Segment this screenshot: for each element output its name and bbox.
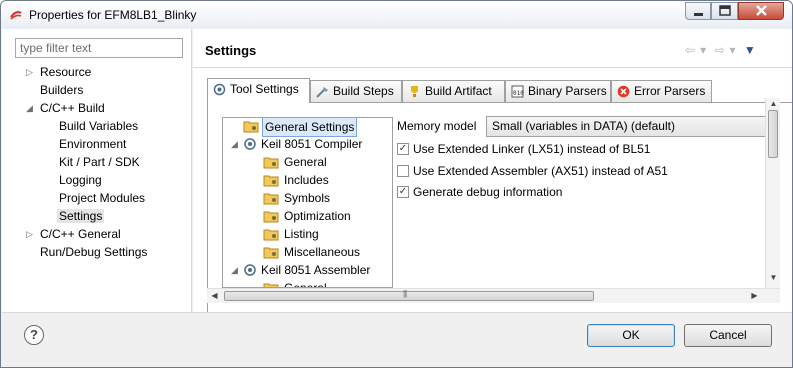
- vertical-scroll-thumb[interactable]: [768, 110, 778, 158]
- scroll-left-icon[interactable]: ◀: [207, 291, 222, 300]
- title-bar: Properties for EFM8LB1_Blinky: [1, 1, 792, 29]
- vertical-scrollbar[interactable]: ▲ ▼: [765, 98, 780, 288]
- svg-text:010: 010: [513, 90, 524, 97]
- ok-button[interactable]: OK: [587, 324, 675, 347]
- app-icon: [10, 11, 22, 20]
- folder-icon: [263, 193, 279, 205]
- horizontal-scroll-thumb[interactable]: [224, 289, 594, 301]
- scroll-right-icon[interactable]: ▶: [747, 291, 762, 300]
- error-parsers-icon: [617, 85, 630, 98]
- tab-error-parsers[interactable]: Error Parsers: [611, 80, 712, 103]
- nav-item-settings[interactable]: Settings: [57, 207, 105, 225]
- minimize-button[interactable]: [685, 2, 711, 20]
- scroll-down-icon[interactable]: ▼: [766, 273, 781, 282]
- close-icon: [756, 5, 767, 16]
- tab-binary-parsers[interactable]: 010 Binary Parsers: [505, 80, 611, 103]
- expanded-arrow-icon[interactable]: ◢: [231, 261, 239, 279]
- horizontal-scrollbar[interactable]: ◀ ▶: [207, 288, 780, 303]
- filter-input[interactable]: [15, 38, 183, 58]
- tool-settings-icon: [213, 83, 226, 96]
- scroll-up-icon[interactable]: ▲: [766, 99, 781, 108]
- folder-icon: [243, 121, 259, 133]
- memory-model-label: Memory model: [397, 119, 477, 133]
- page-title: Settings: [205, 43, 257, 58]
- back-dropdown-icon[interactable]: ▾: [700, 43, 706, 57]
- maximize-button[interactable]: [711, 2, 738, 20]
- folder-icon: [263, 157, 279, 169]
- back-arrow-icon[interactable]: ⇦: [685, 43, 695, 57]
- minimize-icon: [694, 13, 703, 16]
- nav-item-builders[interactable]: Builders: [40, 81, 83, 99]
- folder-icon: [263, 175, 279, 187]
- page-nav-toolbar: ⇦ ▾ ⇨ ▾ ▼: [685, 43, 761, 57]
- tool-settings-tree: General Settings ◢ Keil 8051 Compiler Ge…: [222, 117, 393, 288]
- view-menu-icon[interactable]: ▼: [744, 43, 756, 57]
- tool-gear-icon: [244, 264, 256, 276]
- checkbox-checked-icon[interactable]: ✓: [397, 186, 409, 198]
- title-divider: [193, 67, 792, 68]
- binary-parsers-icon: 010: [511, 85, 524, 98]
- property-nav-pane: ▷ Resource Builders ◢ C/C++ Build Build …: [2, 29, 192, 312]
- close-button[interactable]: [738, 2, 784, 20]
- nav-item-build-variables[interactable]: Build Variables: [59, 117, 138, 135]
- bottom-divider: [2, 312, 792, 313]
- checkbox-checked-icon[interactable]: ✓: [397, 143, 409, 155]
- collapsed-arrow-icon[interactable]: ▷: [26, 63, 34, 81]
- folder-icon: [263, 283, 279, 287]
- nav-item-project-modules[interactable]: Project Modules: [59, 189, 145, 207]
- cancel-button[interactable]: Cancel: [684, 324, 772, 347]
- expanded-arrow-icon[interactable]: ◢: [26, 99, 34, 117]
- nav-item-kit-part-sdk[interactable]: Kit / Part / SDK: [59, 153, 140, 171]
- window-title: Properties for EFM8LB1_Blinky: [29, 8, 197, 22]
- tab-build-artifact[interactable]: Build Artifact: [402, 80, 505, 103]
- tool-gear-icon: [244, 138, 256, 150]
- folder-icon: [263, 247, 279, 259]
- expanded-arrow-icon[interactable]: ◢: [231, 135, 239, 153]
- folder-icon: [263, 229, 279, 241]
- checkbox-unchecked-icon[interactable]: [397, 165, 409, 177]
- folder-icon: [263, 211, 279, 223]
- forward-arrow-icon[interactable]: ⇨: [714, 43, 724, 57]
- nav-item-logging[interactable]: Logging: [59, 171, 102, 189]
- help-icon[interactable]: ?: [24, 325, 44, 345]
- collapsed-arrow-icon[interactable]: ▷: [26, 225, 34, 243]
- nav-item-run-debug-settings[interactable]: Run/Debug Settings: [40, 243, 147, 261]
- memory-model-dropdown[interactable]: Small (variables in DATA) (default): [486, 116, 776, 137]
- build-artifact-icon: [411, 86, 418, 97]
- properties-dialog: Properties for EFM8LB1_Blinky ▷ Resource…: [0, 0, 793, 368]
- forward-dropdown-icon[interactable]: ▾: [730, 43, 736, 57]
- tab-tool-settings[interactable]: Tool Settings: [207, 78, 310, 103]
- tab-build-steps[interactable]: Build Steps: [310, 80, 402, 103]
- build-steps-icon: [316, 87, 328, 98]
- nav-item-environment[interactable]: Environment: [59, 135, 126, 153]
- maximize-icon: [719, 5, 731, 16]
